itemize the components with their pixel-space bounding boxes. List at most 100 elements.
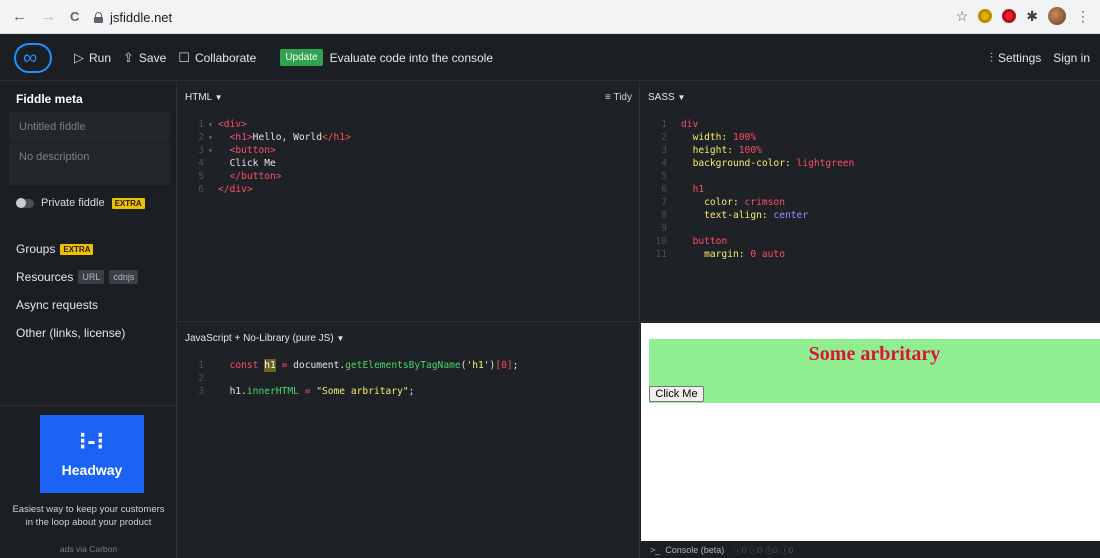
address-bar[interactable]: jsfiddle.net bbox=[92, 5, 962, 29]
private-fiddle-label: Private fiddle bbox=[41, 197, 105, 209]
tidy-button[interactable]: ≡ Tidy bbox=[605, 92, 632, 103]
fiddle-name-input[interactable]: Untitled fiddle bbox=[9, 112, 170, 142]
run-button[interactable]: ▷ Run bbox=[74, 50, 111, 66]
fold-icon[interactable]: ▾ bbox=[208, 144, 218, 157]
url-text: jsfiddle.net bbox=[110, 9, 173, 25]
sass-panel-label[interactable]: SASS ▼ bbox=[648, 92, 685, 103]
tidy-icon: ≡ bbox=[605, 92, 611, 103]
result-click-me-button[interactable]: Click Me bbox=[649, 386, 704, 402]
chevron-down-icon: ▼ bbox=[336, 334, 345, 343]
sass-editor[interactable]: 1 div 2 width: 100% 3 height: 100% 4 back… bbox=[641, 118, 854, 261]
headway-logo-icon: ⁝-⁝ bbox=[78, 428, 106, 455]
save-label: Save bbox=[138, 50, 167, 65]
update-button[interactable]: Update bbox=[280, 49, 323, 66]
opera-icon[interactable] bbox=[1002, 9, 1017, 23]
code-line: 2 bbox=[198, 373, 204, 384]
console-bar[interactable]: >_ Console (beta) ⓘ0 ⓘ0 ⚠0 ⓘ0 bbox=[641, 541, 1100, 558]
back-icon[interactable]: ← bbox=[12, 8, 27, 25]
html-panel-label[interactable]: HTML ▼ bbox=[185, 92, 223, 103]
groups-label: Groups bbox=[16, 242, 56, 256]
code-line: 8 text-align: center bbox=[661, 210, 809, 221]
private-fiddle-row[interactable]: Private fiddle EXTRA bbox=[16, 197, 176, 209]
ad-text-line1: Easiest way to keep your customers bbox=[12, 504, 165, 515]
cloud-upload-icon: ⇪ bbox=[123, 49, 134, 65]
headway-brand: Headway bbox=[61, 462, 123, 478]
update-note: Evaluate code into the console bbox=[329, 50, 494, 65]
async-requests-link[interactable]: Async requests bbox=[16, 291, 176, 319]
extra-badge: EXTRA bbox=[111, 197, 145, 209]
ad-text-line2: in the loop about your product bbox=[25, 517, 152, 528]
resources-link[interactable]: Resources URL cdnjs bbox=[16, 263, 176, 291]
code-line: 7 color: crimson bbox=[661, 197, 785, 208]
code-line: 3 h1. innerHTML = "Some arbritary"; bbox=[198, 386, 415, 397]
code-line: 5 </button> bbox=[198, 171, 282, 182]
js-editor[interactable]: 1 const h1 = document. getElementsByTagNa… bbox=[178, 359, 518, 398]
sass-panel[interactable]: SASS ▼ 1 div 2 width: 100% 3 height: 100%… bbox=[641, 82, 1100, 322]
url-tag[interactable]: URL bbox=[78, 270, 105, 284]
js-panel-label[interactable]: JavaScript + No-Library (pure JS) ▼ bbox=[185, 333, 344, 344]
play-icon: ▷ bbox=[74, 49, 84, 65]
fiddle-description-input[interactable]: No description bbox=[9, 143, 170, 185]
save-button[interactable]: ⇪ Save bbox=[123, 50, 166, 66]
headway-ad-logo[interactable]: ⁝-⁝ Headway bbox=[40, 415, 144, 493]
code-line: 10 button bbox=[655, 236, 728, 247]
private-toggle[interactable] bbox=[16, 197, 34, 208]
groups-link[interactable]: Groups EXTRA bbox=[16, 235, 176, 263]
browser-nav: ← → C bbox=[12, 8, 79, 25]
html-editor[interactable]: 1 ▾ <div> 2 ▾ <h1> Hello, World </h1> 3 ▾ <but… bbox=[178, 118, 351, 196]
result-div: Some arbritary Click Me bbox=[649, 339, 1100, 403]
code-line: 3 ▾ <button> bbox=[198, 144, 276, 157]
groups-extra-badge: EXTRA bbox=[60, 243, 94, 255]
code-line: 5 bbox=[661, 171, 667, 182]
result-heading: Some arbritary bbox=[808, 343, 941, 365]
chevron-down-icon: ▼ bbox=[677, 93, 686, 102]
settings-button[interactable]: ⫶ Settings bbox=[990, 50, 1042, 66]
fold-icon[interactable]: ▾ bbox=[208, 118, 218, 131]
ad-text[interactable]: Easiest way to keep your customers in th… bbox=[0, 503, 177, 529]
settings-label: Settings bbox=[997, 50, 1042, 65]
extension-yellow-icon[interactable] bbox=[978, 9, 993, 23]
js-label: JavaScript + No-Library (pure JS) bbox=[185, 333, 334, 344]
console-label: Console (beta) bbox=[665, 544, 725, 555]
reload-icon[interactable]: C bbox=[70, 9, 79, 24]
other-links-link[interactable]: Other (links, license) bbox=[16, 319, 176, 347]
star-icon[interactable]: ☆ bbox=[956, 8, 969, 25]
profile-avatar[interactable] bbox=[1048, 7, 1066, 25]
jsfiddle-toolbar: ▷ Run ⇪ Save ☐ Collaborate Update Evalua… bbox=[0, 35, 1100, 81]
signin-link[interactable]: Sign in bbox=[1053, 51, 1090, 65]
cdnjs-tag[interactable]: cdnjs bbox=[109, 270, 139, 284]
resources-label: Resources bbox=[16, 270, 74, 284]
menu-icon[interactable]: ⋮ bbox=[1076, 8, 1090, 25]
code-line: 1 const h1 = document. getElementsByTagNa… bbox=[198, 359, 519, 372]
jsfiddle-logo-icon[interactable] bbox=[14, 42, 52, 73]
forward-icon[interactable]: → bbox=[41, 8, 56, 25]
sidebar: Fiddle meta Untitled fiddle No descripti… bbox=[0, 82, 177, 558]
collaborate-button[interactable]: ☐ Collaborate bbox=[178, 50, 256, 66]
puzzle-icon[interactable]: ✱ bbox=[1026, 8, 1038, 25]
js-panel[interactable]: JavaScript + No-Library (pure JS) ▼ 1 co… bbox=[178, 323, 640, 558]
code-line: 2 width: 100% bbox=[661, 132, 757, 143]
code-line: 4 Click Me bbox=[198, 158, 276, 169]
browser-toolbar: ← → C jsfiddle.net ☆ ✱ ⋮ bbox=[0, 0, 1100, 34]
sass-label: SASS bbox=[648, 92, 675, 103]
lock-icon bbox=[94, 11, 103, 23]
sidebar-divider bbox=[0, 405, 177, 406]
code-line: 1 div bbox=[661, 119, 699, 130]
chevron-down-icon: ▼ bbox=[214, 93, 223, 102]
sliders-icon: ⫶ bbox=[989, 49, 993, 65]
code-line: 9 bbox=[661, 223, 667, 234]
result-frame[interactable]: Some arbritary Click Me bbox=[641, 323, 1100, 541]
console-counts: ⓘ0 ⓘ0 ⚠0 ⓘ0 bbox=[733, 544, 794, 555]
tidy-label: Tidy bbox=[613, 92, 632, 103]
code-line: 6 h1 bbox=[661, 184, 705, 195]
run-label: Run bbox=[89, 50, 112, 65]
toolbar-right: ⫶ Settings Sign in bbox=[990, 50, 1090, 66]
terminal-icon: >_ bbox=[650, 544, 661, 555]
html-panel[interactable]: HTML ▼ ≡ Tidy 1 ▾ <div> 2 ▾ <h1> Hello, Worl… bbox=[178, 82, 640, 322]
html-label: HTML bbox=[185, 92, 212, 103]
code-line: 3 height: 100% bbox=[661, 145, 762, 156]
code-line: 11 margin: 0 auto bbox=[655, 249, 785, 260]
extensions-bar: ☆ ✱ ⋮ bbox=[956, 7, 1090, 25]
ads-via-carbon[interactable]: ads via Carbon bbox=[0, 544, 177, 554]
fold-icon[interactable]: ▾ bbox=[208, 131, 218, 144]
